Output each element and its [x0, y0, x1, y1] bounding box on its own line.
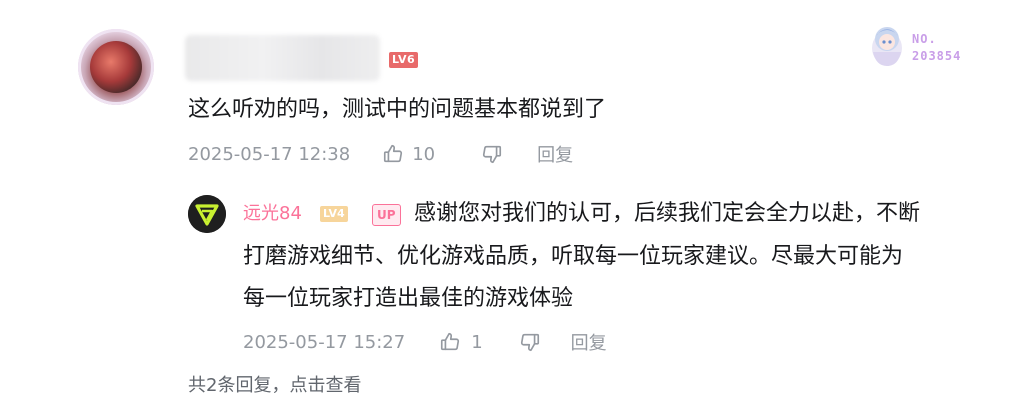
- fan-badge-number: NO. 203854: [912, 31, 961, 65]
- reply-text-line-2: 打磨游戏细节、优化游戏品质，听取每一位玩家建议。尽最大可能为: [243, 244, 904, 269]
- reply-user-avatar[interactable]: [188, 195, 226, 233]
- comment-meta: 2025-05-17 12:38 10 回复: [188, 140, 573, 168]
- reply-meta: 2025-05-17 15:27 1 回复: [243, 328, 607, 356]
- reply-timestamp: 2025-05-17 15:27: [243, 331, 406, 353]
- reply-reply-button[interactable]: 回复: [571, 329, 607, 355]
- fan-badge-avatar-icon: [868, 22, 906, 68]
- like-icon[interactable]: [382, 143, 404, 165]
- reply-username[interactable]: 远光84: [243, 201, 302, 227]
- like-count: 10: [412, 143, 436, 165]
- fan-badge-number-text: NO. 203854: [912, 32, 962, 63]
- username-blurred[interactable]: [185, 35, 380, 81]
- dislike-icon[interactable]: [481, 143, 503, 165]
- like-icon[interactable]: [439, 331, 461, 353]
- up-badge: UP: [372, 204, 401, 226]
- reply-text-line-3: 每一位玩家打造出最佳的游戏体验: [243, 286, 574, 311]
- reply-button[interactable]: 回复: [537, 141, 573, 167]
- user-level-badge: LV6: [389, 52, 419, 68]
- dislike-icon[interactable]: [519, 331, 541, 353]
- view-replies-link[interactable]: 共2条回复，点击查看: [188, 373, 361, 399]
- reply-user-level-badge: LV4: [320, 206, 348, 222]
- reply-like-count: 1: [471, 331, 483, 353]
- comment-timestamp: 2025-05-17 12:38: [188, 143, 351, 165]
- reply-text-line-1: 感谢您对我们的认可，后续我们定会全力以赴，不断: [414, 201, 921, 226]
- user-avatar[interactable]: [78, 29, 154, 105]
- avatar-image: [90, 41, 142, 93]
- comment-text: 这么听劝的吗，测试中的问题基本都说到了: [188, 97, 607, 122]
